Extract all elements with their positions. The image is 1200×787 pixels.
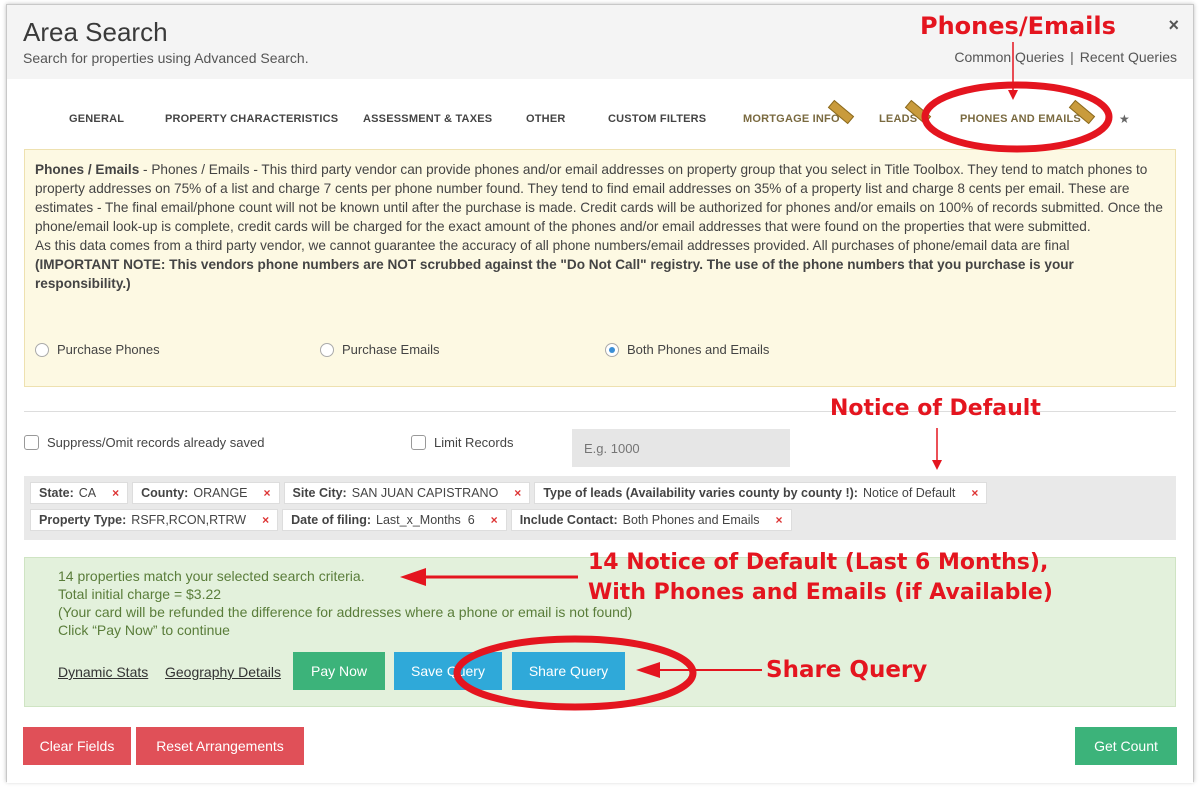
tab-property-characteristics[interactable]: PROPERTY CHARACTERISTICS: [165, 113, 338, 125]
modal-subtitle: Search for properties using Advanced Sea…: [23, 50, 309, 66]
both-phones-emails-radio[interactable]: Both Phones and Emails: [605, 340, 769, 359]
remove-icon[interactable]: ×: [112, 486, 119, 500]
tab-general[interactable]: GENERAL: [69, 113, 124, 125]
remove-icon[interactable]: ×: [491, 513, 498, 527]
tab-phones-and-emails-label: PHONES AND EMAILS: [960, 113, 1081, 125]
remove-icon[interactable]: ×: [776, 513, 783, 527]
query-links: Common Queries | Recent Queries: [954, 49, 1177, 65]
radio-label: Both Phones and Emails: [627, 342, 770, 357]
criteria-chip-state: State: CA ×: [30, 482, 129, 504]
limit-records-label: Limit Records: [434, 435, 514, 450]
annotation-summary-line2: With Phones and Emails (if Available): [588, 580, 1053, 605]
chip-key: Type of leads (Availability varies count…: [543, 486, 858, 500]
radio-selected-icon: [605, 342, 619, 357]
chip-key: State:: [39, 486, 74, 500]
criteria-chip-date-of-filing: Date of filing: Last_x_Months 6 ×: [282, 509, 507, 531]
refund-note-text: (Your card will be refunded the differen…: [58, 604, 633, 620]
query-separator: |: [1070, 49, 1074, 65]
share-query-button[interactable]: Share Query: [512, 652, 625, 690]
suppress-option: Suppress/Omit records already saved: [24, 435, 264, 459]
star-icon[interactable]: ★: [1119, 112, 1130, 126]
important-note: (IMPORTANT NOTE: This vendors phone numb…: [35, 255, 1165, 293]
checkbox-icon: [24, 435, 39, 450]
chip-value: Both Phones and Emails: [622, 513, 760, 527]
chip-value: Notice of Default: [862, 486, 956, 500]
criteria-row: State: CA × County: ORANGE × Site City: …: [30, 482, 1176, 506]
vendor-description: Phones / Emails - Phones / Emails - This…: [35, 160, 1165, 236]
chip-value: ORANGE: [193, 486, 248, 500]
tab-assessment-taxes[interactable]: ASSESSMENT & TAXES: [363, 113, 492, 125]
purchase-phones-radio[interactable]: Purchase Phones: [35, 340, 160, 359]
purchase-options: Purchase Phones Purchase Emails Both Pho…: [35, 340, 1155, 360]
chip-key: County:: [141, 486, 189, 500]
continue-instruction-text: Click “Pay Now” to continue: [58, 622, 230, 638]
important-note-text: (IMPORTANT NOTE: This vendors phone numb…: [35, 257, 1074, 291]
pay-now-button[interactable]: Pay Now: [293, 652, 385, 690]
criteria-chip-site-city: Site City: SAN JUAN CAPISTRANO ×: [283, 482, 531, 504]
tab-custom-filters[interactable]: CUSTOM FILTERS: [608, 113, 706, 125]
match-count-text: 14 properties match your selected search…: [58, 568, 365, 584]
chip-value: CA: [78, 486, 97, 500]
radio-label: Purchase Emails: [342, 342, 440, 357]
purchase-emails-radio[interactable]: Purchase Emails: [320, 340, 440, 359]
tab-other[interactable]: OTHER: [526, 113, 566, 125]
tab-bar: GENERAL PROPERTY CHARACTERISTICS ASSESSM…: [7, 79, 1193, 143]
reset-arrangements-button[interactable]: Reset Arrangements: [136, 727, 304, 765]
chip-key: Date of filing:: [291, 513, 371, 527]
chip-value: RSFR,RCON,RTRW: [131, 513, 247, 527]
limit-records-checkbox[interactable]: Limit Records: [411, 435, 513, 450]
suppress-label: Suppress/Omit records already saved: [47, 435, 265, 450]
remove-icon[interactable]: ×: [514, 486, 521, 500]
modal-body: GENERAL PROPERTY CHARACTERISTICS ASSESSM…: [7, 79, 1193, 783]
criteria-chip-include-contact: Include Contact: Both Phones and Emails …: [510, 509, 792, 531]
suppress-checkbox[interactable]: Suppress/Omit records already saved: [24, 435, 264, 450]
vendor-heading: Phones / Emails: [35, 162, 140, 177]
annotation-notice-of-default: Notice of Default: [830, 396, 1041, 421]
criteria-chip-county: County: ORANGE ×: [132, 482, 280, 504]
limit-option: Limit Records: [411, 435, 513, 459]
chip-value: Last_x_Months 6: [376, 513, 475, 527]
save-query-button[interactable]: Save Query: [394, 652, 502, 690]
limit-records-input[interactable]: [572, 429, 790, 467]
search-criteria: State: CA × County: ORANGE × Site City: …: [24, 476, 1176, 540]
tab-leads[interactable]: LEADS: [879, 99, 932, 125]
radio-icon: [320, 342, 334, 357]
dynamic-stats-link[interactable]: Dynamic Stats: [58, 664, 148, 680]
modal-title: Area Search: [23, 17, 168, 47]
checkbox-icon: [411, 435, 426, 450]
recent-queries-link[interactable]: Recent Queries: [1080, 49, 1177, 65]
remove-icon[interactable]: ×: [262, 513, 269, 527]
radio-label: Purchase Phones: [57, 342, 160, 357]
close-icon[interactable]: ×: [1168, 15, 1179, 36]
tab-mortgage-info[interactable]: MORTGAGE INFO: [743, 99, 854, 125]
geography-details-link[interactable]: Geography Details: [165, 664, 281, 680]
remove-icon[interactable]: ×: [264, 486, 271, 500]
annotation-summary-line1: 14 Notice of Default (Last 6 Months),: [588, 550, 1049, 575]
area-search-modal: Area Search Search for properties using …: [6, 4, 1194, 783]
tab-mortgage-info-label: MORTGAGE INFO: [743, 113, 840, 125]
tab-leads-label: LEADS: [879, 113, 918, 125]
vendor-text: - Phones / Emails - This third party ven…: [35, 162, 1163, 234]
tab-phones-and-emails[interactable]: PHONES AND EMAILS: [960, 99, 1096, 125]
remove-icon[interactable]: ×: [971, 486, 978, 500]
vendor-info-panel: Phones / Emails - Phones / Emails - This…: [24, 149, 1176, 387]
chip-value: SAN JUAN CAPISTRANO: [351, 486, 499, 500]
initial-charge-text: Total initial charge = $3.22: [58, 586, 222, 602]
chip-key: Include Contact:: [519, 513, 618, 527]
criteria-row: Property Type: RSFR,RCON,RTRW × Date of …: [30, 509, 1176, 533]
criteria-chip-property-type: Property Type: RSFR,RCON,RTRW ×: [30, 509, 279, 531]
clear-fields-button[interactable]: Clear Fields: [23, 727, 131, 765]
vendor-disclaimer: As this data comes from a third party ve…: [35, 238, 1070, 253]
get-count-button[interactable]: Get Count: [1075, 727, 1177, 765]
criteria-chip-type-of-leads: Type of leads (Availability varies count…: [534, 482, 988, 504]
annotation-share-query: Share Query: [766, 657, 928, 683]
radio-icon: [35, 342, 49, 357]
chip-key: Property Type:: [39, 513, 127, 527]
chip-key: Site City:: [292, 486, 347, 500]
annotation-phones-emails: Phones/Emails: [920, 12, 1116, 40]
common-queries-link[interactable]: Common Queries: [954, 49, 1064, 65]
